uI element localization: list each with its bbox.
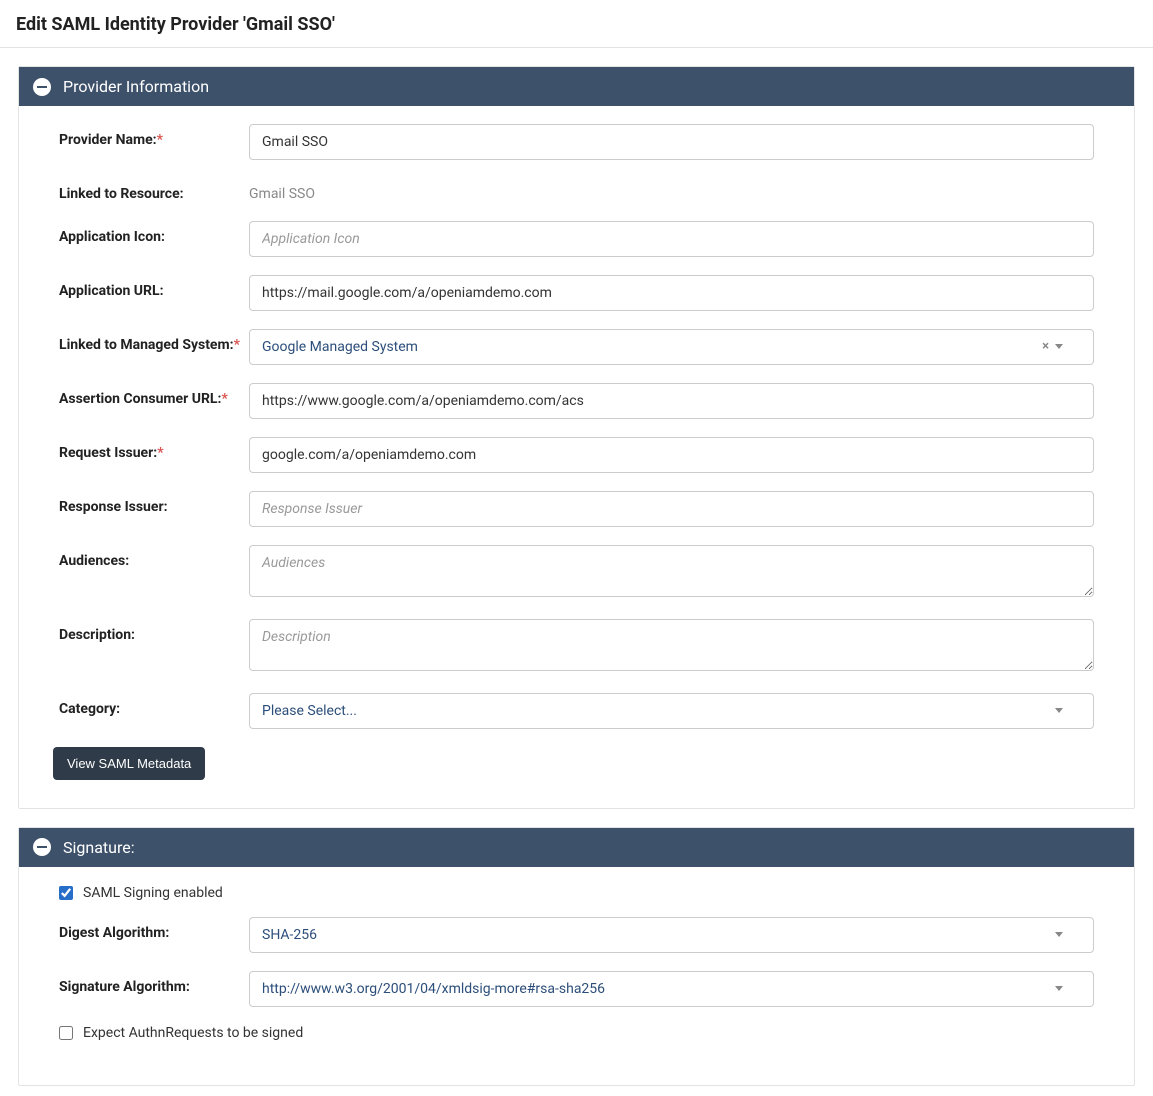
linked-managed-select[interactable]: Google Managed System × xyxy=(249,329,1094,365)
description-textarea[interactable] xyxy=(249,619,1094,671)
panel-title-provider-info: Provider Information xyxy=(63,77,209,96)
label-description: Description: xyxy=(59,619,249,644)
app-icon-input[interactable] xyxy=(249,221,1094,257)
category-select[interactable]: Please Select... xyxy=(249,693,1094,729)
response-issuer-input[interactable] xyxy=(249,491,1094,527)
saml-signing-enabled-checkbox[interactable] xyxy=(59,886,73,900)
request-issuer-input[interactable] xyxy=(249,437,1094,473)
label-request-issuer: Request Issuer:* xyxy=(59,437,249,462)
collapse-icon[interactable] xyxy=(33,838,51,856)
page-header: Edit SAML Identity Provider 'Gmail SSO' xyxy=(0,0,1153,48)
chevron-down-icon xyxy=(1055,344,1063,349)
minus-icon xyxy=(37,846,47,848)
label-response-issuer: Response Issuer: xyxy=(59,491,249,516)
label-app-icon: Application Icon: xyxy=(59,221,249,246)
panel-provider-information: Provider Information Provider Name:* Lin… xyxy=(18,66,1135,809)
view-saml-metadata-button[interactable]: View SAML Metadata xyxy=(53,747,205,780)
panel-signature: Signature: SAML Signing enabled Digest A… xyxy=(18,827,1135,1086)
panel-body-provider-info: Provider Name:* Linked to Resource: Gmai… xyxy=(19,106,1134,808)
panel-body-signature: SAML Signing enabled Digest Algorithm: S… xyxy=(19,867,1134,1085)
category-value: Please Select... xyxy=(262,703,1055,719)
signature-algorithm-value: http://www.w3.org/2001/04/xmldsig-more#r… xyxy=(262,981,1055,997)
acs-url-input[interactable] xyxy=(249,383,1094,419)
chevron-down-icon xyxy=(1055,986,1063,991)
label-provider-name: Provider Name:* xyxy=(59,124,249,149)
chevron-down-icon xyxy=(1055,932,1063,937)
label-signature-algorithm: Signature Algorithm: xyxy=(59,971,249,996)
expect-authn-signed-label: Expect AuthnRequests to be signed xyxy=(83,1025,303,1041)
label-audiences: Audiences: xyxy=(59,545,249,570)
label-digest-algorithm: Digest Algorithm: xyxy=(59,917,249,942)
clear-icon[interactable]: × xyxy=(1042,339,1049,354)
label-acs-url: Assertion Consumer URL:* xyxy=(59,383,249,408)
panel-title-signature: Signature: xyxy=(63,838,135,857)
digest-algorithm-value: SHA-256 xyxy=(262,927,1055,943)
linked-resource-value: Gmail SSO xyxy=(249,178,1094,202)
provider-name-input[interactable] xyxy=(249,124,1094,160)
saml-signing-enabled-label: SAML Signing enabled xyxy=(83,885,223,901)
label-category: Category: xyxy=(59,693,249,718)
expect-authn-signed-checkbox[interactable] xyxy=(59,1026,73,1040)
label-linked-managed: Linked to Managed System:* xyxy=(59,329,249,354)
linked-managed-value: Google Managed System xyxy=(262,339,1042,355)
app-url-input[interactable] xyxy=(249,275,1094,311)
signature-algorithm-select[interactable]: http://www.w3.org/2001/04/xmldsig-more#r… xyxy=(249,971,1094,1007)
audiences-textarea[interactable] xyxy=(249,545,1094,597)
page-title: Edit SAML Identity Provider 'Gmail SSO' xyxy=(16,14,1137,35)
chevron-down-icon xyxy=(1055,708,1063,713)
panel-header-provider-info: Provider Information xyxy=(19,67,1134,106)
label-linked-resource: Linked to Resource: xyxy=(59,178,249,203)
panel-header-signature: Signature: xyxy=(19,828,1134,867)
minus-icon xyxy=(37,86,47,88)
collapse-icon[interactable] xyxy=(33,78,51,96)
digest-algorithm-select[interactable]: SHA-256 xyxy=(249,917,1094,953)
label-app-url: Application URL: xyxy=(59,275,249,300)
